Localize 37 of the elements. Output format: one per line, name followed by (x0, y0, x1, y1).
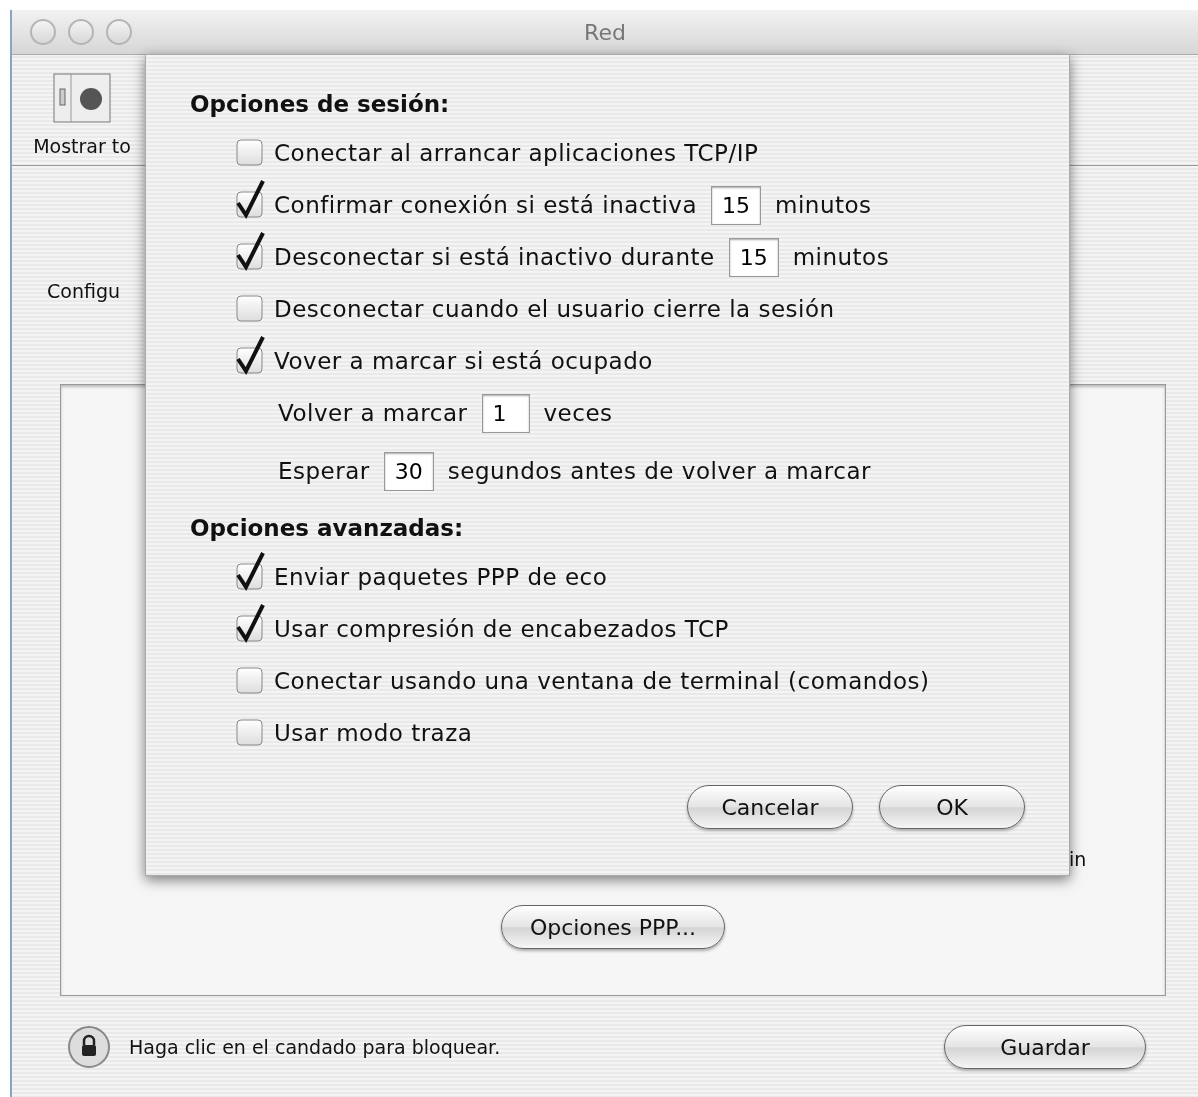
option-label[interactable]: Vover a marcar si está ocupado (274, 348, 653, 374)
option-label[interactable]: Desconectar cuando el usuario cierre la sesión (274, 296, 835, 322)
option-label[interactable]: Conectar usando una ventana de terminal (comandos) (274, 668, 930, 694)
field-label: Esperar (278, 458, 370, 484)
unit-label: minutos (792, 244, 890, 270)
text-fragment: in (1069, 848, 1087, 870)
unit-label: segundos antes de volver a marcar (447, 458, 871, 484)
option-label[interactable]: Desconectar si está inactivo durante (274, 244, 715, 270)
save-button[interactable]: Guardar (944, 1025, 1146, 1069)
show-all-label[interactable]: Mostrar to (33, 135, 131, 157)
checkbox[interactable] (234, 231, 266, 271)
field-label: Volver a marcar (278, 400, 468, 426)
preferences-icon[interactable] (53, 73, 111, 123)
section-heading: Opciones avanzadas: (190, 515, 465, 543)
number-field[interactable]: 30 (383, 451, 434, 491)
dialog-button[interactable]: Cancelar (687, 785, 853, 829)
lock-icon[interactable] (67, 1025, 111, 1069)
unit-label: minutos (775, 192, 872, 218)
dialog-button[interactable]: OK (879, 785, 1025, 829)
configure-label: Configu (47, 280, 120, 302)
number-field[interactable]: 1 (481, 393, 530, 433)
checkbox[interactable] (234, 179, 266, 219)
option-label[interactable]: Usar compresión de encabezados TCP (274, 616, 729, 642)
ppp-options-button[interactable]: Opciones PPP... (500, 905, 726, 949)
checkbox[interactable] (234, 335, 266, 375)
checkbox[interactable] (234, 603, 266, 643)
option-label[interactable]: Conectar al arrancar aplicaciones TCP/IP (274, 140, 759, 166)
number-field[interactable]: 15 (728, 237, 779, 277)
unit-label: veces (543, 400, 613, 426)
option-label[interactable]: Usar modo traza (274, 720, 473, 746)
option-label[interactable]: Confirmar conexión si está inactiva (274, 192, 698, 218)
option-label[interactable]: Enviar paquetes PPP de eco (274, 564, 608, 590)
window-title: Red (584, 19, 626, 45)
lock-hint: Haga clic en el candado para bloquear. (129, 1036, 501, 1058)
section-heading: Opciones de sesión: (190, 91, 451, 119)
checkbox[interactable] (234, 551, 266, 591)
number-field[interactable]: 15 (711, 185, 762, 225)
